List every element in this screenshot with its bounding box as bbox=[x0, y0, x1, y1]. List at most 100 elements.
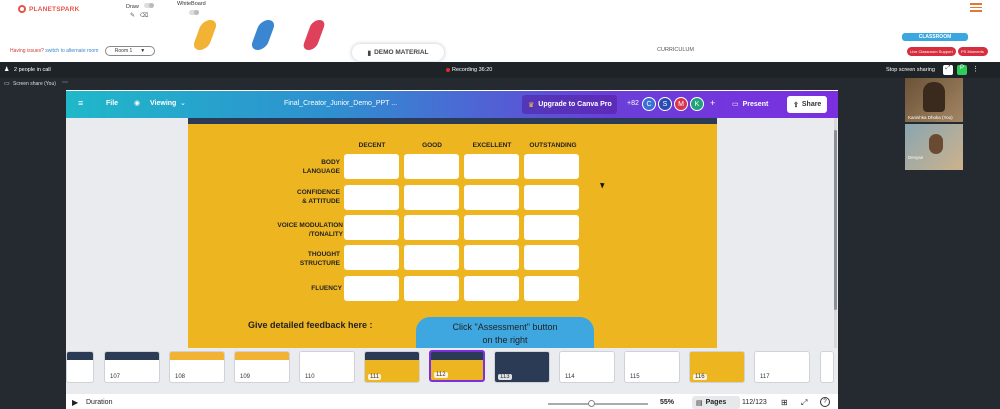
rating-cell bbox=[524, 276, 579, 301]
recording-dot-icon bbox=[446, 68, 450, 72]
room-select[interactable]: Room 1 ▼ bbox=[105, 46, 155, 56]
slide-thumbnail[interactable] bbox=[66, 351, 94, 383]
scrollbar-thumb[interactable] bbox=[834, 130, 837, 310]
slide-thumbnail[interactable]: 115 bbox=[624, 351, 680, 383]
slide-thumbnail[interactable]: 107 bbox=[104, 351, 160, 383]
row-header: VOICE MODULATION /TONALITY bbox=[250, 221, 343, 239]
zoom-slider-handle[interactable] bbox=[588, 400, 595, 407]
grid-view-icon[interactable]: ⊞ bbox=[781, 398, 788, 407]
slide-thumbnail[interactable]: 111 bbox=[364, 351, 420, 383]
pages-label: Pages bbox=[705, 399, 727, 406]
slide-thumbnail[interactable]: 110 bbox=[299, 351, 355, 383]
document-title[interactable]: Final_Creator_Junior_Demo_PPT ... bbox=[284, 100, 397, 107]
ps-moments-button[interactable]: PS Moments bbox=[958, 47, 988, 56]
more-options-icon[interactable]: ⋯ bbox=[62, 79, 68, 86]
eye-icon: ◉ bbox=[134, 100, 141, 107]
crown-icon: ♛ bbox=[528, 101, 535, 109]
rating-cell bbox=[404, 245, 459, 270]
avatar[interactable]: S bbox=[658, 97, 672, 111]
avatar[interactable]: M bbox=[674, 97, 688, 111]
upgrade-button[interactable]: ♛ Upgrade to Canva Pro bbox=[522, 95, 617, 114]
share-icon: ⇪ bbox=[793, 101, 799, 109]
whiteboard-tool[interactable]: WhiteBoard bbox=[177, 1, 206, 17]
logo-text: PLANETSPARK bbox=[29, 5, 80, 13]
live-support-button[interactable]: Live Classroom Support bbox=[907, 47, 956, 56]
rating-cell bbox=[344, 276, 399, 301]
decor-shape bbox=[249, 20, 277, 50]
slide-thumbnail-selected[interactable]: 112 bbox=[429, 350, 485, 382]
play-icon[interactable]: ▶ bbox=[72, 398, 78, 407]
participant-name: Devyan bbox=[908, 155, 924, 160]
present-button[interactable]: ▭ Present bbox=[732, 100, 768, 109]
demo-material-button[interactable]: ▮ DEMO MATERIAL bbox=[352, 44, 444, 61]
dropdown-caret-icon: ▼ bbox=[140, 48, 146, 54]
rating-cell bbox=[464, 215, 519, 240]
row-header-line: /TONALITY bbox=[308, 231, 343, 238]
slide-thumbnail[interactable]: 114 bbox=[559, 351, 615, 383]
slide-thumbnail[interactable]: 117 bbox=[754, 351, 810, 383]
stop-screen-sharing-button[interactable]: Stop screen sharing bbox=[886, 67, 935, 73]
classroom-badge[interactable]: CLASSROOM bbox=[902, 33, 968, 41]
row-header: CONFIDENCE & ATTITUDE bbox=[250, 188, 340, 206]
upgrade-label: Upgrade to Canva Pro bbox=[538, 101, 612, 108]
rating-cell bbox=[524, 154, 579, 179]
duration-button[interactable]: Duration bbox=[86, 399, 112, 406]
row-header-line: FLUENCY bbox=[311, 285, 342, 292]
slide-number: 116 bbox=[693, 374, 707, 380]
draw-toggle[interactable] bbox=[144, 3, 155, 8]
assessment-line: Click "Assessment" button bbox=[452, 322, 558, 332]
screen-share-label: Screen share (You) bbox=[13, 81, 56, 87]
participant-video-tile[interactable]: Devyan bbox=[905, 124, 963, 170]
screen-icon: ▭ bbox=[4, 81, 10, 87]
zoom-slider[interactable] bbox=[548, 403, 648, 405]
assessment-callout: Click "Assessment" button on the right bbox=[416, 317, 594, 348]
call-bar: ♟ 2 people in call Recording 36:20 Stop … bbox=[0, 62, 1000, 78]
draw-tool[interactable]: Draw ✎ ⌫ bbox=[126, 3, 155, 19]
curriculum-tab[interactable]: CURRICULUM bbox=[657, 47, 694, 53]
pencil-icon[interactable]: ✎ bbox=[130, 13, 135, 19]
help-icon[interactable]: ? bbox=[820, 397, 830, 407]
rating-cell bbox=[404, 276, 459, 301]
slide-thumbnail[interactable]: 109 bbox=[234, 351, 290, 383]
fullscreen-icon[interactable]: ⤢ bbox=[801, 398, 807, 408]
slide-thumbnail[interactable]: 116 bbox=[689, 351, 745, 383]
pages-button[interactable]: ▤ Pages bbox=[692, 396, 740, 409]
row-header-line: CONFIDENCE bbox=[297, 189, 340, 196]
slide-thumbnail[interactable]: 108 bbox=[169, 351, 225, 383]
add-collaborator-icon[interactable]: + bbox=[710, 98, 715, 108]
more-icon[interactable]: ⋮ bbox=[972, 65, 979, 73]
avatar[interactable]: C bbox=[642, 97, 656, 111]
alternate-room-link[interactable]: switch to alternate room bbox=[45, 48, 98, 54]
zoom-level[interactable]: 55% bbox=[660, 399, 674, 406]
live-support-label: Live Classroom Support bbox=[910, 49, 953, 54]
viewing-menu[interactable]: Viewing bbox=[150, 100, 176, 107]
eraser-icon[interactable]: ⌫ bbox=[140, 13, 148, 19]
participants-panel: Kanishka Dhoka (You) Devyan bbox=[838, 78, 1000, 409]
pin-icon[interactable]: P bbox=[957, 65, 967, 75]
menu-icon[interactable] bbox=[970, 3, 982, 14]
collaborator-count[interactable]: +82 bbox=[627, 100, 639, 107]
menu-icon[interactable]: ≡ bbox=[78, 98, 83, 108]
chevron-down-icon[interactable]: ⌄ bbox=[180, 99, 186, 107]
slide-number: 114 bbox=[563, 374, 577, 380]
slide-number: 110 bbox=[303, 374, 317, 380]
column-header: OUTSTANDING bbox=[529, 142, 577, 149]
rating-cell bbox=[464, 276, 519, 301]
slide-thumbnail[interactable] bbox=[820, 351, 834, 383]
participant-video-tile[interactable]: Kanishka Dhoka (You) bbox=[905, 78, 963, 122]
share-button[interactable]: ⇪ Share bbox=[787, 96, 828, 113]
screen-share-bar: ▭ Screen share (You) ⋯ bbox=[0, 78, 1000, 90]
rating-cell bbox=[464, 154, 519, 179]
rating-cell bbox=[404, 215, 459, 240]
slide-number: 107 bbox=[108, 374, 123, 380]
room-label: Room 1 bbox=[114, 48, 133, 54]
participant-name: Kanishka Dhoka (You) bbox=[908, 115, 953, 120]
avatar[interactable]: K bbox=[690, 97, 704, 111]
column-header: GOOD bbox=[422, 142, 442, 149]
page-counter[interactable]: 112/123 bbox=[742, 399, 767, 406]
slide-number: 112 bbox=[434, 372, 448, 378]
whiteboard-toggle[interactable] bbox=[189, 10, 199, 15]
file-menu[interactable]: File bbox=[106, 100, 118, 107]
slide-thumbnail[interactable]: 113 bbox=[494, 351, 550, 383]
expand-icon[interactable]: ⤢ bbox=[943, 65, 953, 75]
